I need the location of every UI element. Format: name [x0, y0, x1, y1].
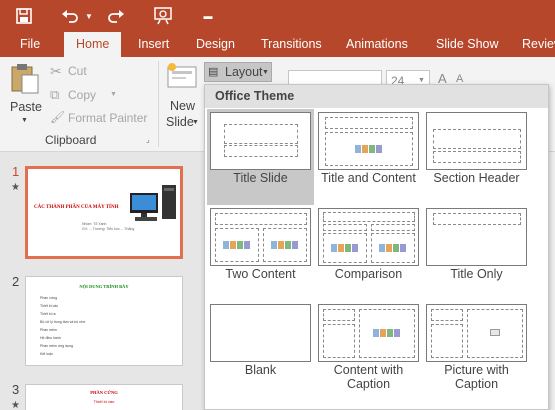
star-icon: ★ — [11, 182, 20, 193]
layout-picture-with-caption[interactable]: Picture with Caption — [423, 301, 530, 397]
cut-button[interactable]: ✂ Cut — [50, 63, 110, 81]
copy-button[interactable]: ⧉ Copy ▼ — [50, 87, 120, 105]
slide-number: 2 — [12, 274, 20, 289]
layout-preview — [210, 304, 311, 362]
chevron-down-icon: ▼ — [262, 69, 269, 76]
layout-gallery: Office Theme Title Slide Title and Conte… — [204, 84, 549, 410]
layout-preview — [318, 112, 419, 170]
layout-preview — [426, 208, 527, 266]
layout-name: Picture with Caption — [444, 363, 509, 391]
redo-icon[interactable] — [104, 4, 128, 28]
picture-icon — [490, 329, 500, 336]
layout-preview — [426, 304, 527, 362]
layout-comparison[interactable]: Comparison — [315, 205, 422, 301]
paste-label: Paste — [10, 100, 42, 114]
title-bar: ▼ ▬ — [0, 0, 555, 32]
layout-section-header[interactable]: Section Header — [423, 109, 530, 205]
format-painter-button[interactable]: 🖌 Format Painter — [50, 110, 150, 128]
slide-subtitle-2: GV: ... Trường: Tiểu học ... Thắng — [82, 227, 135, 231]
layout-name: Two Content — [225, 267, 296, 281]
slide-bullet: Phần mềm — [40, 328, 57, 332]
layout-content-with-caption[interactable]: Content with Caption — [315, 301, 422, 397]
slide-thumbnail-3[interactable]: PHẦN CỨNG Thiết bị vào — [25, 384, 183, 410]
tab-home[interactable]: Home — [64, 32, 122, 57]
tab-slide-show[interactable]: Slide Show — [436, 32, 499, 57]
slide-title: CÁC THÀNH PHẦN CỦA MÁY TÍNH — [34, 205, 119, 210]
layout-icon: ▤ — [208, 66, 219, 78]
new-slide-label-1: New — [170, 99, 196, 113]
copy-icon: ⧉ — [50, 87, 60, 102]
dialog-launcher-icon[interactable]: ⌟ — [146, 135, 150, 144]
layout-preview — [426, 112, 527, 170]
layout-button[interactable]: ▤ Layout ▼ — [204, 62, 272, 82]
tab-review[interactable]: Review — [522, 32, 555, 57]
slide-bullet: Phần mềm ứng dụng — [40, 344, 73, 348]
layout-name: Title Only — [450, 267, 503, 281]
slide-subtitle: Nhóm: Tổ Xanh — [82, 222, 107, 226]
theme-heading: Office Theme — [205, 85, 548, 108]
slide-bullet: Thiết bị ra — [40, 312, 56, 316]
layout-title-and-content[interactable]: Title and Content — [315, 109, 422, 205]
layout-name: Blank — [244, 363, 277, 377]
slide-title: PHẦN CỨNG — [90, 390, 118, 395]
tab-insert[interactable]: Insert — [138, 32, 169, 57]
slide-thumbnail-2[interactable]: NỘI DUNG TRÌNH BÀY Phần cứng Thiết bị và… — [25, 276, 183, 366]
scrollbar[interactable] — [549, 152, 555, 410]
new-slide-icon — [167, 63, 197, 88]
tab-transitions[interactable]: Transitions — [261, 32, 322, 57]
brush-icon: 🖌 — [50, 110, 66, 124]
slide-thumbnail-1[interactable]: CÁC THÀNH PHẦN CỦA MÁY TÍNH Nhóm: Tổ Xan… — [25, 166, 183, 259]
slide-bullet: Hệ điều hành — [40, 336, 61, 340]
slide-thumbnail-pane: 1 ★ CÁC THÀNH PHẦN CỦA MÁY TÍNH Nhóm: Tổ… — [0, 152, 205, 410]
layout-two-content[interactable]: Two Content — [207, 205, 314, 301]
chevron-down-icon: ▼ — [21, 117, 28, 124]
slide-title: NỘI DUNG TRÌNH BÀY — [79, 284, 129, 289]
slide-number: 3 — [12, 382, 20, 397]
layout-preview — [318, 304, 419, 362]
layout-name: Title Slide — [233, 171, 288, 185]
slide-subtitle: Thiết bị vào — [93, 399, 115, 404]
copy-label: Copy — [68, 88, 97, 102]
new-slide-label-2: Slide — [166, 115, 194, 129]
paste-icon — [11, 64, 39, 94]
scissors-icon: ✂ — [50, 63, 62, 79]
slide-bullet: Bộ xử lý trung tâm và bộ nhớ — [40, 320, 86, 324]
layout-label: Layout — [225, 65, 263, 79]
undo-icon[interactable] — [58, 4, 82, 28]
cut-label: Cut — [68, 64, 87, 78]
customize-qat-icon[interactable]: ▬ — [198, 4, 218, 28]
layout-blank[interactable]: Blank — [207, 301, 314, 397]
save-icon[interactable] — [12, 4, 36, 28]
tab-file[interactable]: File — [20, 32, 40, 57]
slide-bullet: Phần cứng — [40, 296, 58, 300]
start-from-beginning-icon[interactable] — [150, 4, 176, 28]
ribbon-tabs: File Home Insert Design Transitions Anim… — [0, 32, 555, 57]
tab-animations[interactable]: Animations — [346, 32, 408, 57]
layout-preview — [210, 112, 311, 170]
clipboard-group-label: Clipboard — [45, 133, 97, 147]
layout-title-slide[interactable]: Title Slide — [207, 109, 314, 205]
layout-preview — [210, 208, 311, 266]
layout-preview — [318, 208, 419, 266]
layout-name: Section Header — [433, 171, 520, 185]
slide-bullet: Thiết bị vào — [40, 304, 59, 308]
layout-title-only[interactable]: Title Only — [423, 205, 530, 301]
chevron-down-icon: ▼ — [110, 91, 117, 98]
tab-design[interactable]: Design — [196, 32, 235, 57]
chevron-down-icon: ▼ — [418, 77, 425, 84]
format-painter-label: Format Painter — [68, 111, 148, 125]
slide-bullet: Kết luận — [40, 352, 53, 356]
chevron-down-icon: ▼ — [192, 119, 199, 126]
dropdown-arrow-icon[interactable]: ▼ — [82, 4, 96, 28]
star-icon: ★ — [11, 400, 20, 410]
slide-number: 1 — [12, 164, 20, 179]
paste-button[interactable]: Paste ▼ — [6, 63, 44, 131]
layout-name: Comparison — [334, 267, 403, 281]
layout-name: Content with Caption — [333, 363, 404, 391]
computer-image — [130, 185, 176, 221]
new-slide-button[interactable]: New Slide ▼ — [163, 61, 201, 133]
layout-name: Title and Content — [321, 171, 416, 185]
